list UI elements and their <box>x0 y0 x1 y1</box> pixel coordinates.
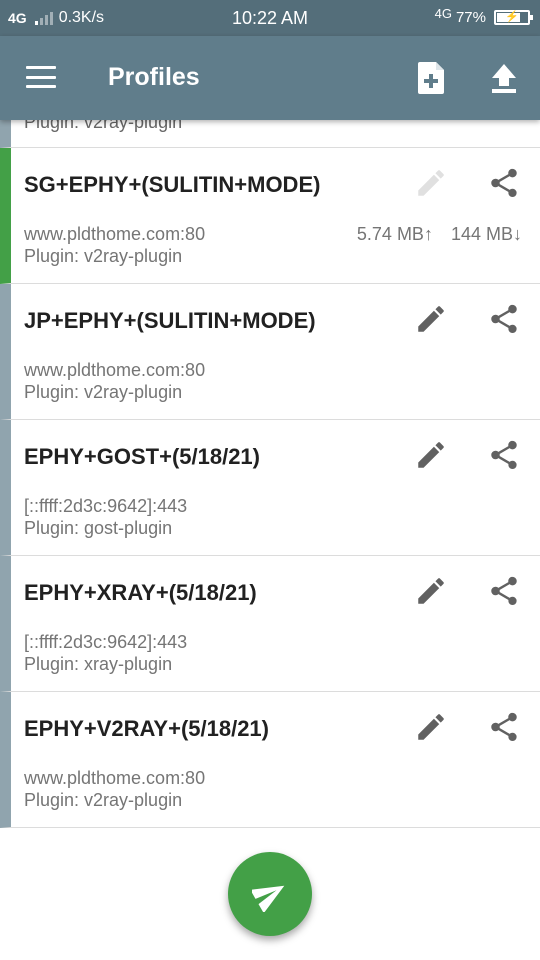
profile-name: EPHY+XRAY+(5/18/21) <box>24 580 257 605</box>
share-icon[interactable] <box>487 302 521 336</box>
share-icon[interactable] <box>487 438 521 472</box>
share-icon[interactable] <box>487 710 521 744</box>
profile-host: [::ffff:2d3c:9642]:443 <box>24 632 188 652</box>
share-icon[interactable] <box>487 166 521 200</box>
upload-icon[interactable] <box>488 60 520 96</box>
profile-item[interactable]: EPHY+GOST+(5/18/21) [::ffff:2d3c:9642]:4… <box>0 420 540 556</box>
profile-list: Plugin: v2ray-plugin SG+EPHY+(SULITIN+MO… <box>0 120 540 828</box>
profile-name: EPHY+V2RAY+(5/18/21) <box>24 716 269 741</box>
profile-plugin: Plugin: xray-plugin <box>24 654 173 674</box>
app-bar: Profiles <box>0 36 540 120</box>
profile-item[interactable]: SG+EPHY+(SULITIN+MODE) www.pldthome.com:… <box>0 148 540 284</box>
share-icon[interactable] <box>487 574 521 608</box>
profile-plugin: Plugin: v2ray-plugin <box>24 790 183 810</box>
profile-item[interactable]: EPHY+V2RAY+(5/18/21) www.pldthome.com:80… <box>0 692 540 828</box>
profile-item[interactable]: JP+EPHY+(SULITIN+MODE) www.pldthome.com:… <box>0 284 540 420</box>
page-title: Profiles <box>108 63 200 91</box>
add-file-icon[interactable] <box>416 60 448 96</box>
edit-icon[interactable] <box>414 710 448 744</box>
profile-plugin: Plugin: gost-plugin <box>24 518 173 538</box>
status-bar: 4G 0.3K/s 10:22 AM 4G 77% ⚡ <box>0 0 540 36</box>
edit-icon[interactable] <box>414 438 448 472</box>
profile-host: www.pldthome.com:80 <box>24 768 206 788</box>
profile-name: EPHY+GOST+(5/18/21) <box>24 444 260 469</box>
partial-plugin: Plugin: v2ray-plugin <box>24 120 183 132</box>
profile-name: SG+EPHY+(SULITIN+MODE) <box>24 172 321 197</box>
edit-icon[interactable] <box>414 302 448 336</box>
profile-host: www.pldthome.com:80 <box>24 360 206 380</box>
network-type-right: 4G <box>434 6 452 21</box>
battery-icon: ⚡ <box>494 10 533 25</box>
profile-item[interactable]: EPHY+XRAY+(5/18/21) [::ffff:2d3c:9642]:4… <box>0 556 540 692</box>
connect-fab[interactable] <box>228 852 312 936</box>
profile-name: JP+EPHY+(SULITIN+MODE) <box>24 308 316 333</box>
traffic-stats: 5.74 MB↑ 144 MB↓ <box>357 224 522 245</box>
edit-icon <box>414 166 448 200</box>
profile-host: [::ffff:2d3c:9642]:443 <box>24 496 188 516</box>
menu-icon[interactable] <box>26 66 56 88</box>
battery-level: 77% <box>455 9 486 26</box>
profile-plugin: Plugin: v2ray-plugin <box>24 382 183 402</box>
send-icon <box>252 885 285 912</box>
edit-icon[interactable] <box>414 574 448 608</box>
upload-traffic: 5.74 MB↑ <box>356 224 433 244</box>
profile-plugin: Plugin: v2ray-plugin <box>24 246 183 266</box>
download-traffic: 144 MB↓ <box>450 224 522 244</box>
list-item-partial[interactable]: Plugin: v2ray-plugin <box>0 120 540 148</box>
profile-host: www.pldthome.com:80 <box>24 224 206 244</box>
